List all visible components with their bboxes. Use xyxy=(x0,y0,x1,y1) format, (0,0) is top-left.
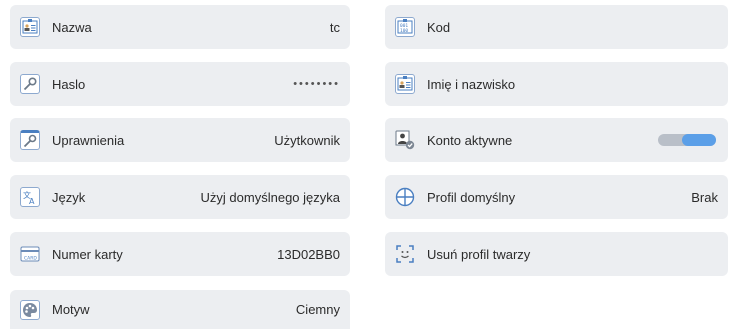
full-name-field[interactable]: Imię i nazwisko xyxy=(385,62,728,106)
language-label: Język xyxy=(52,189,86,205)
password-field[interactable]: Haslo •••••••• xyxy=(10,62,350,106)
password-value: •••••••• xyxy=(293,78,340,90)
permissions-label: Uprawnienia xyxy=(52,132,125,148)
card-number-label: Numer karty xyxy=(52,246,123,262)
delete-face-profile-field[interactable]: Usuń profil twarzy xyxy=(385,232,728,276)
language-value: Użyj domyślnego języka xyxy=(200,189,340,205)
palette-icon xyxy=(20,299,40,320)
card-number-value: 13D02BB0 xyxy=(277,246,340,262)
permissions-field[interactable]: Uprawnienia Użytkownik xyxy=(10,118,350,162)
binary-code-icon: 001 100 xyxy=(395,17,415,37)
theme-field[interactable]: Motyw Ciemny xyxy=(10,290,350,329)
card-icon: CARD xyxy=(20,244,40,264)
user-check-icon xyxy=(395,130,415,150)
name-label: Nazwa xyxy=(52,19,92,35)
code-label: Kod xyxy=(427,19,451,35)
account-active-field[interactable]: Konto aktywne xyxy=(385,118,728,162)
name-value: tc xyxy=(329,19,340,35)
code-field[interactable]: 001 100 Kod xyxy=(385,5,728,49)
language-field[interactable]: 文A Język Użyj domyślnego języka xyxy=(10,175,350,219)
svg-text:100: 100 xyxy=(400,28,408,34)
svg-text:A: A xyxy=(29,197,35,206)
account-active-toggle[interactable] xyxy=(658,134,716,146)
id-card-icon xyxy=(20,17,40,37)
password-label: Haslo xyxy=(52,76,86,92)
theme-label: Motyw xyxy=(52,302,90,317)
full-name-label: Imię i nazwisko xyxy=(427,76,516,92)
theme-value: Ciemny xyxy=(295,302,340,317)
delete-face-profile-label: Usuń profil twarzy xyxy=(427,246,531,262)
translate-icon: 文A xyxy=(20,187,40,207)
account-active-label: Konto aktywne xyxy=(427,132,513,148)
face-scan-icon xyxy=(395,244,415,264)
svg-text:CARD: CARD xyxy=(24,256,37,262)
default-profile-value: Brak xyxy=(691,189,718,205)
key-icon xyxy=(20,74,40,94)
default-profile-label: Profil domyślny xyxy=(427,189,516,205)
name-field[interactable]: Nazwa tc xyxy=(10,5,350,49)
default-profile-field[interactable]: Profil domyślny Brak xyxy=(385,175,728,219)
id-card-icon xyxy=(395,74,415,94)
permissions-key-icon xyxy=(20,130,40,150)
card-number-field[interactable]: CARD Numer karty 13D02BB0 xyxy=(10,232,350,276)
globe-icon xyxy=(395,187,415,207)
permissions-value: Użytkownik xyxy=(274,132,340,148)
